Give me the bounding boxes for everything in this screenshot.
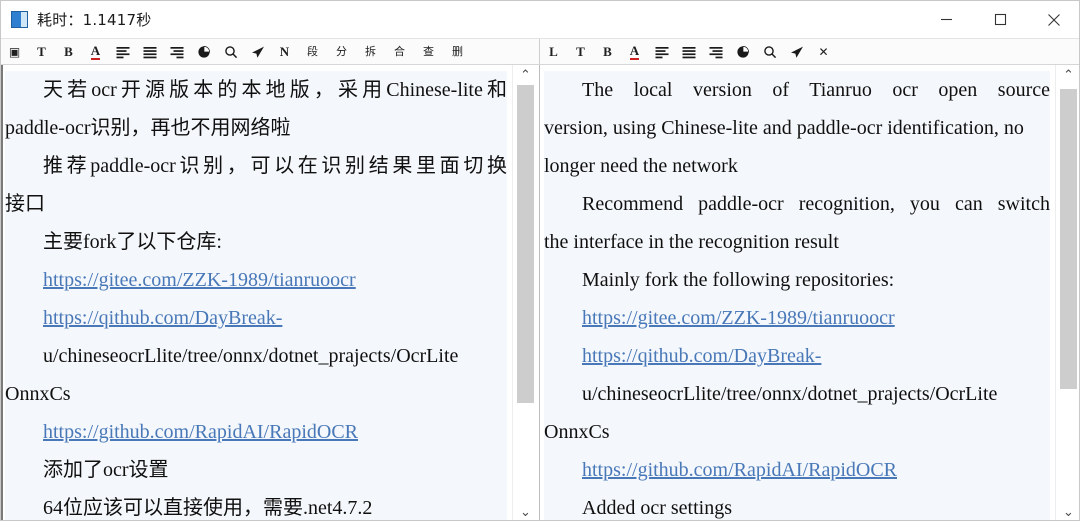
color-pie-icon[interactable] (191, 40, 216, 63)
document-line: 64位应该可以直接使用，需要.net4.7.2 (5, 489, 507, 520)
panes-container: 天若ocr开源版本的本地版，采用Chinese-lite和 paddle-ocr识… (1, 65, 1079, 520)
text-tool-icon[interactable]: T (568, 40, 593, 63)
document-line: longer need the network (544, 147, 1050, 185)
paragraph-merge-button[interactable]: 段 (299, 40, 326, 63)
scroll-track[interactable] (1056, 85, 1079, 502)
color-pie-icon[interactable] (730, 40, 755, 63)
search-icon[interactable] (218, 40, 243, 63)
font-color-letter: A (629, 42, 640, 60)
maximize-button[interactable] (973, 1, 1027, 39)
send-icon[interactable] (784, 40, 809, 63)
layout-tool-icon[interactable]: L (541, 40, 566, 63)
document-line: https://github.com/RapidAI/RapidOCR (5, 413, 507, 451)
document-line: 接口 (5, 185, 507, 223)
hyperlink[interactable]: https://github.com/RapidAI/RapidOCR (43, 421, 358, 443)
scroll-track[interactable] (513, 85, 538, 502)
document-line: OnnxCs (544, 413, 1050, 451)
document-line: https://qithub.com/DayBreak- (544, 337, 1050, 375)
source-text-content[interactable]: 天若ocr开源版本的本地版，采用Chinese-lite和 paddle-ocr识… (1, 65, 511, 520)
hyperlink[interactable]: https://github.com/RapidAI/RapidOCR (582, 459, 897, 481)
align-right-icon[interactable] (703, 40, 728, 63)
hyperlink[interactable]: https://qithub.com/DayBreak- (43, 307, 282, 329)
document-line: https://gitee.com/ZZK-1989/tianruoocr (544, 299, 1050, 337)
toolbar-row: ▣ T B A N 段分拆合查删 L T B A ✕ (1, 39, 1079, 65)
document-line: u/chineseocrLlite/tree/onnx/dotnet_praje… (544, 375, 1050, 413)
minimize-button[interactable] (919, 1, 973, 39)
font-color-icon[interactable]: A (83, 40, 108, 63)
stop-square-icon[interactable]: ▣ (2, 40, 27, 63)
document-line: The local version of Tianruo ocr open so… (544, 71, 1050, 109)
document-line: Recommend paddle-ocr recognition, you ca… (544, 185, 1050, 223)
title-bar-left: 耗时：1.1417秒 (1, 9, 919, 30)
align-justify-icon[interactable] (137, 40, 162, 63)
search-icon[interactable] (757, 40, 782, 63)
line-number-icon[interactable]: N (272, 40, 297, 63)
merge-button[interactable]: 合 (386, 40, 413, 63)
source-text-pane: 天若ocr开源版本的本地版，采用Chinese-lite和 paddle-ocr识… (1, 65, 538, 520)
split-button[interactable]: 分 (328, 40, 355, 63)
translated-text-content[interactable]: The local version of Tianruo ocr open so… (540, 65, 1054, 520)
text-tool-icon[interactable]: T (29, 40, 54, 63)
unmerge-button[interactable]: 拆 (357, 40, 384, 63)
align-justify-icon[interactable] (676, 40, 701, 63)
document-line: Added ocr settings (544, 489, 1050, 520)
font-color-icon[interactable]: A (622, 40, 647, 63)
scroll-up-icon[interactable]: ⌃ (1056, 65, 1079, 85)
bold-icon[interactable]: B (595, 40, 620, 63)
document-line: OnnxCs (5, 375, 507, 413)
close-button[interactable] (1027, 1, 1079, 39)
send-icon[interactable] (245, 40, 270, 63)
translated-pane-scrollbar[interactable]: ⌃ ⌄ (1055, 65, 1079, 520)
align-left-icon[interactable] (649, 40, 674, 63)
document-line: 推荐paddle-ocr识别，可以在识别结果里面切换 (5, 147, 507, 185)
hyperlink[interactable]: https://gitee.com/ZZK-1989/tianruoocr (43, 269, 356, 291)
document-line: the interface in the recognition result (544, 223, 1050, 261)
document-line: 天若ocr开源版本的本地版，采用Chinese-lite和 (5, 71, 507, 109)
scroll-down-icon[interactable]: ⌄ (513, 502, 538, 520)
document-line: paddle-ocr识别，再也不用网络啦 (5, 109, 507, 147)
hyperlink[interactable]: https://gitee.com/ZZK-1989/tianruoocr (582, 307, 895, 329)
right-pane-toolbar: L T B A ✕ (539, 39, 1079, 64)
document-line: Mainly fork the following repositories: (544, 261, 1050, 299)
bold-icon[interactable]: B (56, 40, 81, 63)
align-right-icon[interactable] (164, 40, 189, 63)
document-line: version, using Chinese-lite and paddle-o… (544, 109, 1050, 147)
app-split-icon (11, 11, 28, 28)
lookup-button[interactable]: 查 (415, 40, 442, 63)
translated-text-pane: The local version of Tianruo ocr open so… (539, 65, 1079, 520)
scroll-thumb[interactable] (517, 85, 534, 403)
document-line: https://qithub.com/DayBreak- (5, 299, 507, 337)
document-line: https://gitee.com/ZZK-1989/tianruoocr (5, 261, 507, 299)
close-icon[interactable]: ✕ (811, 40, 836, 63)
left-pane-toolbar: ▣ T B A N 段分拆合查删 (1, 39, 538, 64)
source-pane-scrollbar[interactable]: ⌃ ⌄ (512, 65, 538, 520)
window-controls (919, 1, 1079, 39)
scroll-up-icon[interactable]: ⌃ (513, 65, 538, 85)
ocr-result-window: 耗时：1.1417秒 ▣ T B A N 段分拆合查删 L T B A ✕ 天若ocr开源版本的本… (0, 0, 1080, 521)
hyperlink[interactable]: https://qithub.com/DayBreak- (582, 345, 821, 367)
document-line: 添加了ocr设置 (5, 451, 507, 489)
title-bar: 耗时：1.1417秒 (1, 1, 1079, 39)
window-title: 耗时：1.1417秒 (37, 11, 152, 29)
align-left-icon[interactable] (110, 40, 135, 63)
font-color-letter: A (90, 42, 101, 60)
document-line: 主要fork了以下仓库: (5, 223, 507, 261)
delete-button[interactable]: 删 (444, 40, 471, 63)
document-line: https://github.com/RapidAI/RapidOCR (544, 451, 1050, 489)
document-line: u/chineseocrLlite/tree/onnx/dotnet_praje… (5, 337, 507, 375)
scroll-down-icon[interactable]: ⌄ (1056, 502, 1079, 520)
scroll-thumb[interactable] (1060, 89, 1077, 389)
